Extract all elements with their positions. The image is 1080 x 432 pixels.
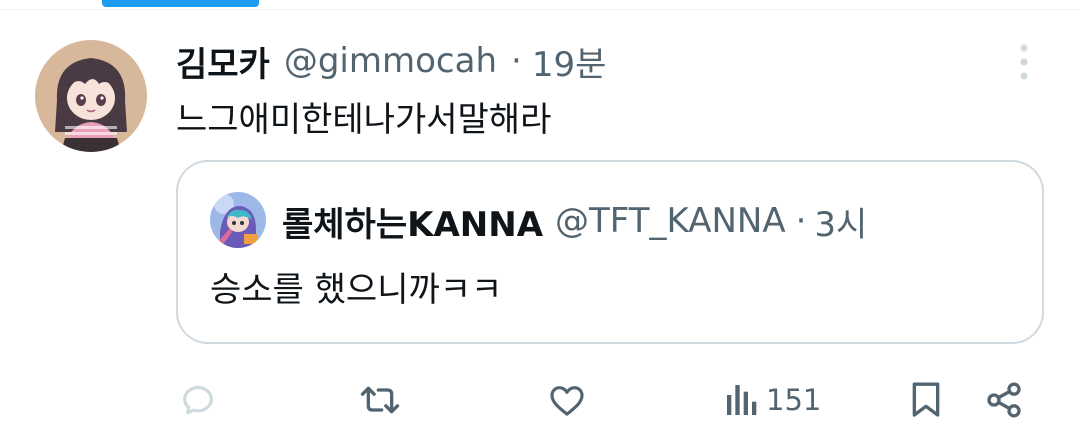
views-button[interactable]: 151 bbox=[724, 376, 821, 424]
reply-icon bbox=[183, 385, 213, 415]
tweet-text: 느그애미한테나가서말해라 bbox=[176, 100, 552, 140]
heart-icon bbox=[550, 386, 584, 416]
retweet-button[interactable] bbox=[358, 376, 402, 424]
retweet-icon bbox=[360, 386, 400, 414]
author-avatar[interactable] bbox=[35, 40, 147, 152]
top-divider bbox=[0, 9, 1080, 10]
quote-author-name[interactable]: 롤체하는KANNA bbox=[282, 197, 543, 246]
quote-text: 승소를 했으니까ㅋㅋ bbox=[210, 270, 503, 310]
more-options-button[interactable] bbox=[1008, 42, 1040, 82]
quoted-tweet-card[interactable]: 롤체하는KANNA @TFT_KANNA · 3시 승소를 했으니까ㅋㅋ bbox=[176, 160, 1044, 344]
share-button[interactable] bbox=[984, 376, 1024, 424]
more-vertical-icon bbox=[1020, 44, 1028, 80]
reply-button[interactable] bbox=[178, 376, 218, 424]
anime-character-avatar-icon bbox=[210, 192, 266, 248]
active-tab-indicator bbox=[102, 0, 259, 7]
author-name[interactable]: 김모카 bbox=[176, 37, 270, 86]
anime-girl-avatar-icon bbox=[35, 40, 147, 152]
bookmark-button[interactable] bbox=[908, 376, 944, 424]
quote-author-handle[interactable]: @TFT_KANNA bbox=[555, 201, 786, 241]
quote-header-separator: · bbox=[795, 201, 807, 241]
header-separator: · bbox=[511, 41, 522, 81]
tweet-timestamp[interactable]: 19분 bbox=[532, 37, 607, 86]
quote-header: 롤체하는KANNA @TFT_KANNA · 3시 bbox=[282, 196, 867, 246]
tweet-action-bar: 151 bbox=[0, 370, 1080, 430]
share-icon bbox=[987, 382, 1021, 418]
like-button[interactable] bbox=[546, 376, 588, 424]
analytics-icon bbox=[727, 385, 757, 415]
tweet-header: 김모카 @gimmocah · 19분 bbox=[176, 36, 606, 86]
view-count: 151 bbox=[766, 383, 822, 417]
quote-author-avatar[interactable] bbox=[210, 192, 266, 248]
quote-timestamp[interactable]: 3시 bbox=[814, 197, 867, 246]
bookmark-icon bbox=[912, 382, 940, 417]
author-handle[interactable]: @gimmocah bbox=[284, 41, 497, 81]
